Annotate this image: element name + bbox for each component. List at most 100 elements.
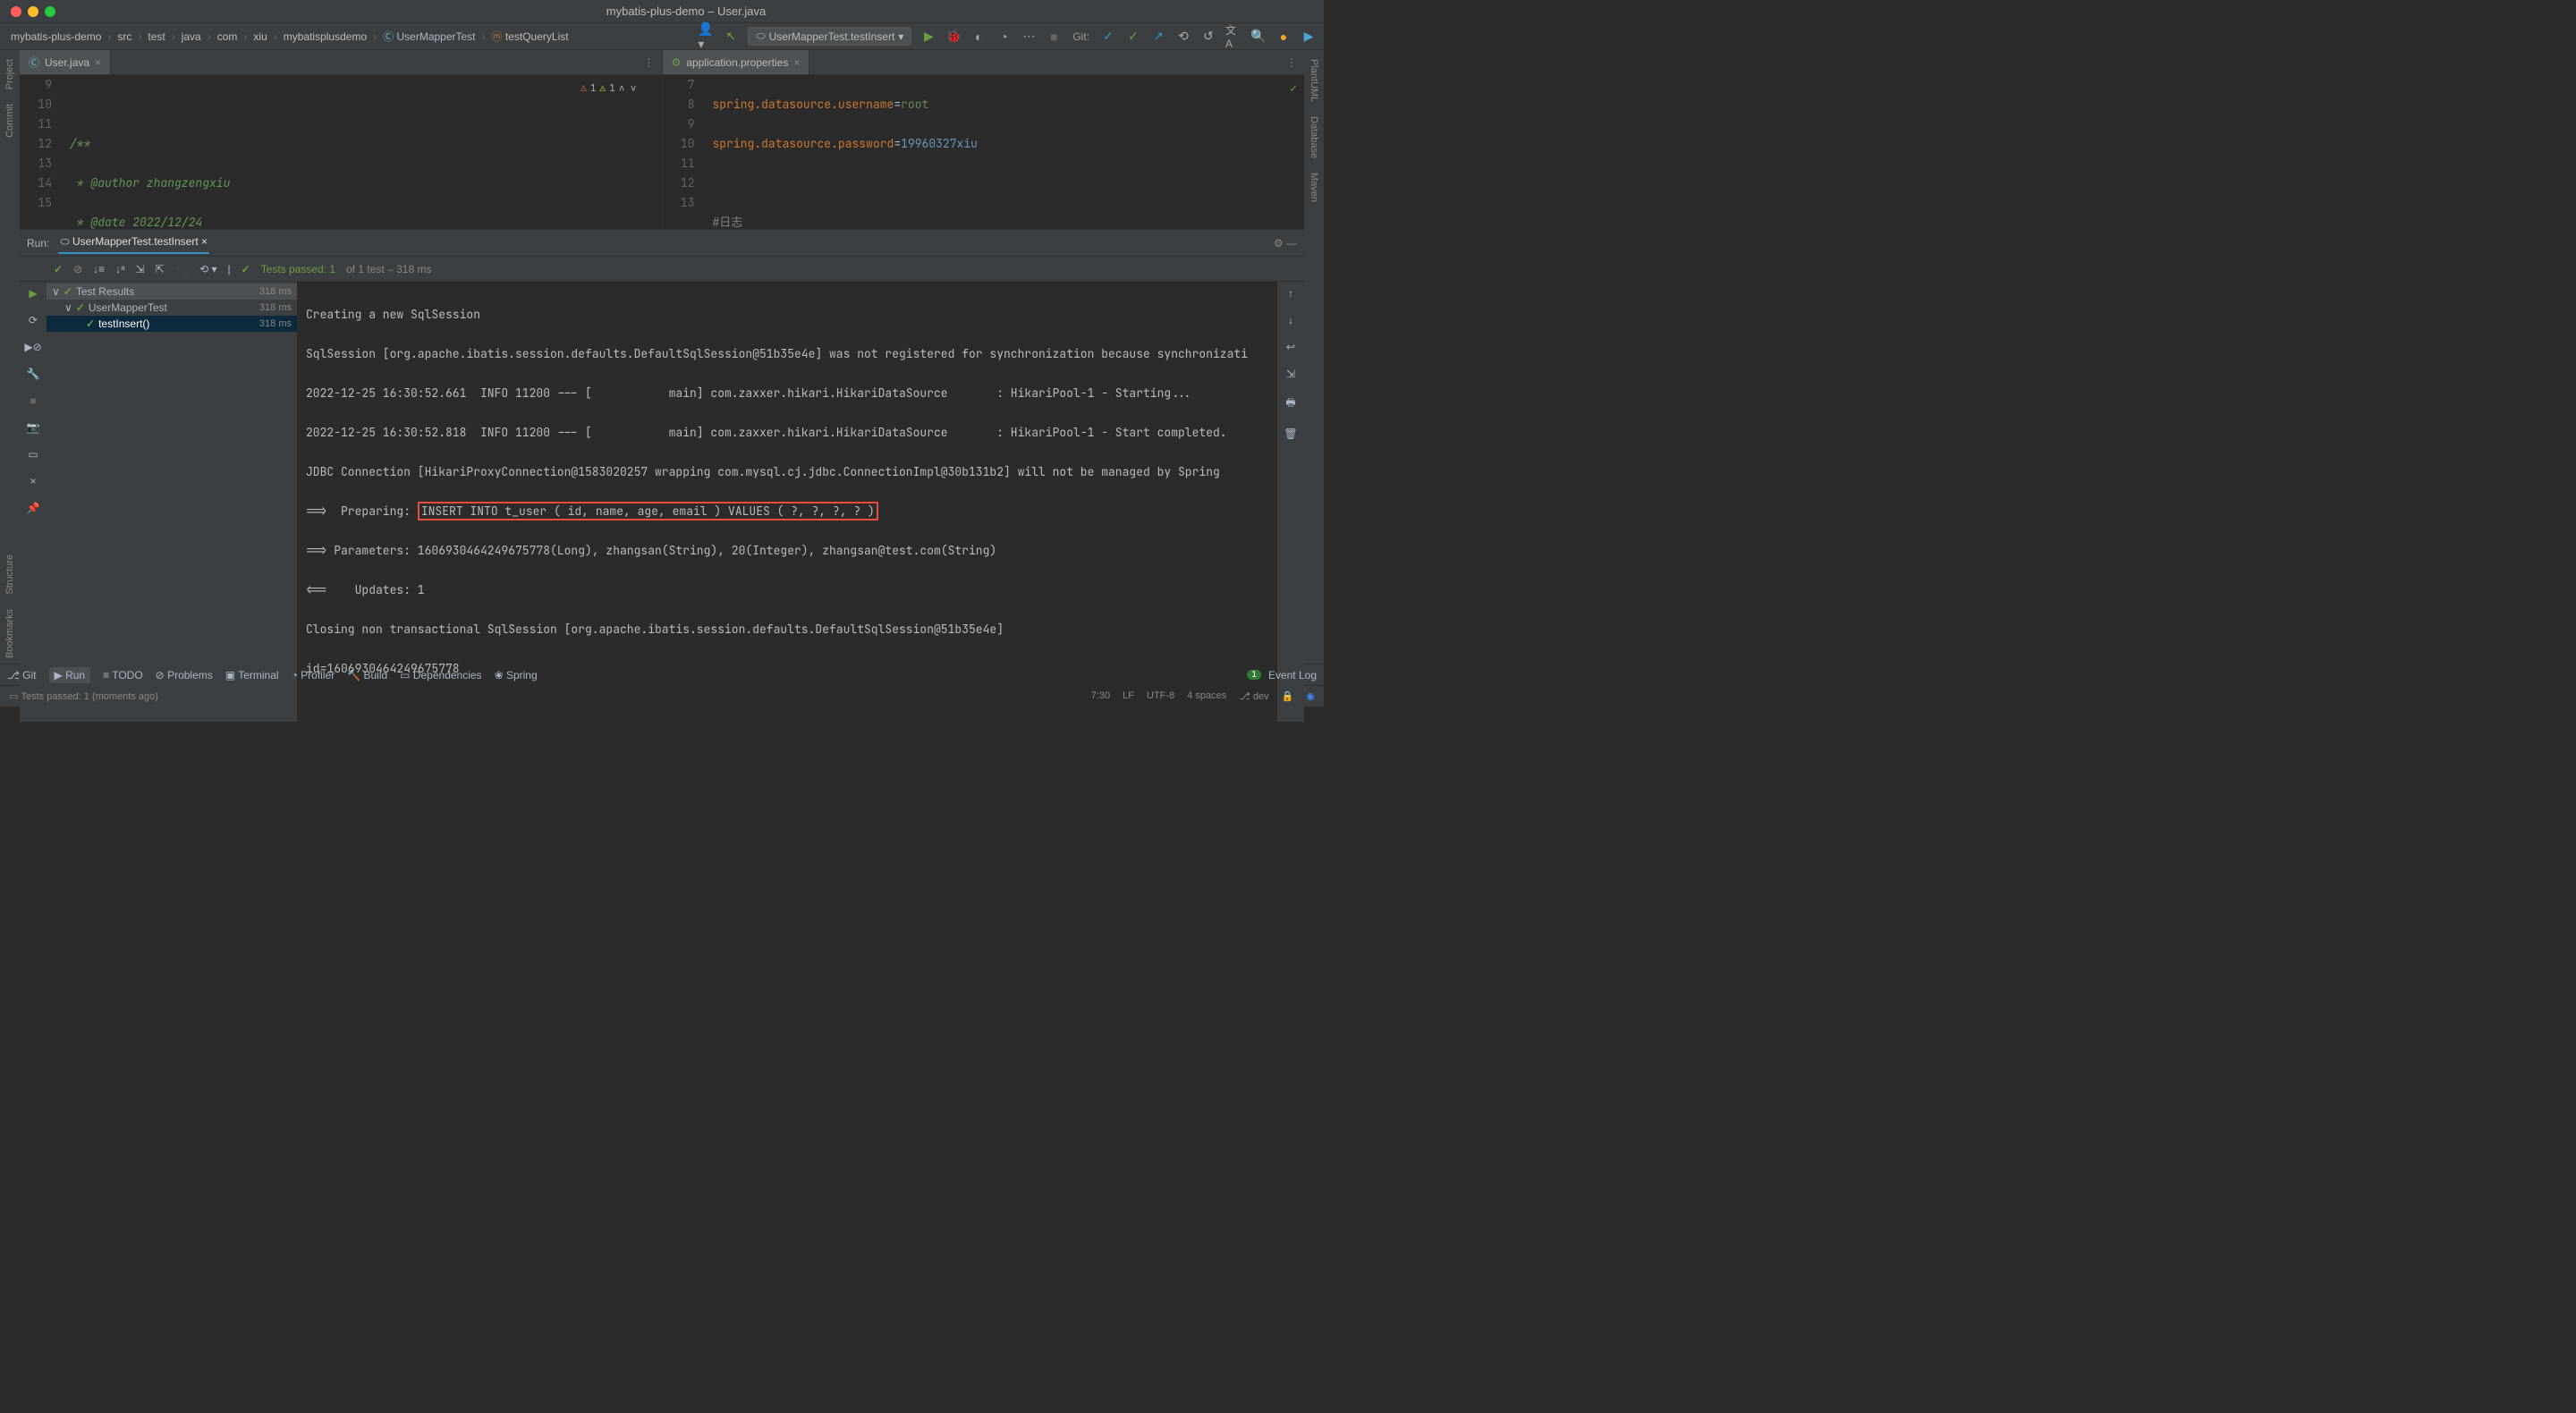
project-tool-button[interactable]: Project bbox=[4, 54, 15, 95]
line-separator[interactable]: LF bbox=[1123, 690, 1134, 702]
tool-build[interactable]: 🔨 Build bbox=[347, 669, 387, 681]
maximize-window-button[interactable] bbox=[45, 6, 55, 17]
inspection-widget[interactable]: ⚠1 ⚠1 ∧ ∨ bbox=[580, 79, 636, 98]
crumb-com[interactable]: com bbox=[214, 29, 242, 45]
layout-icon[interactable]: ▭ bbox=[28, 448, 38, 461]
user-icon[interactable]: 👤▾ bbox=[698, 29, 714, 45]
chrome-icon[interactable]: ◉ bbox=[1306, 690, 1315, 702]
tool-dependencies[interactable]: ▭ Dependencies bbox=[400, 669, 481, 681]
tab-app-properties[interactable]: ⚙ application.properties × bbox=[663, 50, 810, 74]
sort-icon[interactable]: ↓≡ bbox=[93, 263, 105, 275]
history-icon[interactable]: ⟲ ▾ bbox=[199, 263, 216, 275]
run-button[interactable]: ▶ bbox=[920, 29, 936, 45]
run-config-selector[interactable]: ⬭ UserMapperTest.testInsert ▾ bbox=[748, 27, 911, 46]
print-icon[interactable]: 🖶 bbox=[1285, 394, 1295, 413]
code-editor-right[interactable]: 78910111213 spring.datasource.username=r… bbox=[663, 75, 1305, 229]
settings-icon[interactable]: 🔧 bbox=[27, 368, 40, 380]
commit-tool-button[interactable]: Commit bbox=[4, 98, 15, 143]
tab-user-java[interactable]: Ⓒ User.java × bbox=[20, 50, 111, 74]
run-tab[interactable]: ⬭ UserMapperTest.testInsert × bbox=[58, 232, 209, 254]
plugin-icon[interactable]: ▶ bbox=[1301, 29, 1317, 45]
crumb-class[interactable]: UserMapperTest bbox=[396, 30, 475, 43]
scroll-down-icon[interactable]: ↓ bbox=[1288, 314, 1293, 326]
run-settings-icon[interactable]: ⚙ — bbox=[1274, 237, 1297, 250]
tool-profiler[interactable]: ◔ Profiler bbox=[292, 669, 335, 681]
close-tab-icon[interactable]: × bbox=[793, 56, 800, 69]
inspection-ok-icon[interactable]: ✓ bbox=[1290, 79, 1297, 98]
debug-button[interactable]: 🐞 bbox=[945, 29, 962, 45]
soft-wrap-icon[interactable]: ↩ bbox=[1286, 341, 1295, 353]
stop-button[interactable]: ■ bbox=[1046, 29, 1062, 45]
crumb-project[interactable]: mybatis-plus-demo bbox=[7, 29, 105, 45]
run-tool-window: Run: ⬭ UserMapperTest.testInsert × ⚙ — ✓… bbox=[20, 229, 1304, 722]
code-editor-left[interactable]: ⚠1 ⚠1 ∧ ∨ 9101112131415 /** * @author zh… bbox=[20, 75, 662, 229]
tree-method[interactable]: ✓testInsert()318 ms bbox=[47, 316, 297, 332]
tool-run[interactable]: ▶ Run bbox=[49, 667, 91, 683]
toggle-auto-icon[interactable]: ▶⊘ bbox=[24, 341, 41, 353]
crumb-test[interactable]: test bbox=[144, 29, 168, 45]
bookmarks-tool-button[interactable]: Bookmarks bbox=[4, 604, 15, 664]
stop-icon[interactable]: ■ bbox=[30, 394, 36, 407]
tool-eventlog[interactable]: 1Event Log bbox=[1247, 669, 1317, 681]
rerun-icon[interactable]: ▶ bbox=[29, 287, 37, 300]
pin-icon[interactable]: 📌 bbox=[27, 502, 40, 514]
run-header: Run: ⬭ UserMapperTest.testInsert × ⚙ — bbox=[20, 230, 1304, 257]
attach-icon[interactable]: ⋯ bbox=[1021, 29, 1037, 45]
tool-problems[interactable]: ⊘ Problems bbox=[156, 669, 213, 681]
tool-git[interactable]: ⎇ Git bbox=[7, 669, 37, 681]
hammer-icon[interactable]: ↖ bbox=[723, 29, 739, 45]
lock-icon[interactable]: 🔒 bbox=[1282, 690, 1294, 702]
file-encoding[interactable]: UTF-8 bbox=[1147, 690, 1174, 702]
dump-icon[interactable]: 📷 bbox=[27, 421, 40, 434]
indent-setting[interactable]: 4 spaces bbox=[1187, 690, 1226, 702]
database-tool-button[interactable]: Database bbox=[1309, 111, 1319, 164]
close-icon[interactable]: × bbox=[30, 475, 36, 487]
git-history-icon[interactable]: ⟲ bbox=[1175, 29, 1191, 45]
search-icon[interactable]: 🔍 bbox=[1250, 29, 1267, 45]
gutter-right: 78910111213 bbox=[663, 75, 706, 229]
sort-alpha-icon[interactable]: ↓ᵃ bbox=[115, 263, 124, 275]
plantuml-tool-button[interactable]: PlantUML bbox=[1309, 54, 1319, 107]
git-push-icon[interactable]: ↗ bbox=[1150, 29, 1166, 45]
git-commit-icon[interactable]: ✓ bbox=[1125, 29, 1141, 45]
crumb-pkg[interactable]: mybatisplusdemo bbox=[280, 29, 370, 45]
coverage-icon[interactable]: ◐ bbox=[970, 29, 987, 45]
console-output[interactable]: Creating a new SqlSession SqlSession [or… bbox=[297, 282, 1277, 722]
profile-icon[interactable]: ◔ bbox=[996, 29, 1012, 45]
git-branch[interactable]: ⎇ dev bbox=[1239, 690, 1268, 702]
tool-todo[interactable]: ≡ TODO bbox=[103, 669, 143, 681]
expand-icon[interactable]: ⇲ bbox=[136, 263, 145, 275]
structure-tool-button[interactable]: Structure bbox=[4, 549, 15, 600]
tool-spring[interactable]: ❀ Spring bbox=[495, 669, 538, 681]
crumb-java[interactable]: java bbox=[178, 29, 205, 45]
tree-class[interactable]: ∨✓UserMapperTest318 ms bbox=[47, 300, 297, 316]
translate-icon[interactable]: 文A bbox=[1225, 29, 1241, 45]
rerun-failed-icon[interactable]: ⟳ bbox=[29, 314, 38, 326]
git-update-icon[interactable]: ✓ bbox=[1100, 29, 1116, 45]
tool-terminal[interactable]: ▣ Terminal bbox=[225, 669, 279, 681]
ide-settings-icon[interactable]: ● bbox=[1275, 29, 1292, 45]
minimize-window-button[interactable] bbox=[28, 6, 38, 17]
run-right-rail: ↑ ↓ ↩ ⇲ 🖶 🗑 bbox=[1277, 282, 1304, 722]
toggle-ignored-icon[interactable]: ⊘ bbox=[73, 263, 82, 275]
properties-icon: ⚙ bbox=[672, 56, 682, 69]
clear-icon[interactable]: 🗑 bbox=[1284, 427, 1297, 440]
close-window-button[interactable] bbox=[11, 6, 21, 17]
crumb-src[interactable]: src bbox=[114, 29, 135, 45]
crumb-method[interactable]: testQueryList bbox=[505, 30, 569, 43]
editor-menu-icon[interactable]: ⋮ bbox=[1279, 56, 1304, 69]
right-tool-rail: PlantUML Database Maven bbox=[1304, 50, 1324, 664]
scroll-up-icon[interactable]: ↑ bbox=[1288, 287, 1293, 300]
toggle-pass-icon[interactable]: ✓ bbox=[54, 263, 63, 275]
scroll-end-icon[interactable]: ⇲ bbox=[1286, 368, 1295, 380]
toolbar-actions: 👤▾ ↖ ⬭ UserMapperTest.testInsert ▾ ▶ 🐞 ◐… bbox=[698, 27, 1317, 46]
maven-tool-button[interactable]: Maven bbox=[1309, 167, 1319, 207]
close-tab-icon[interactable]: × bbox=[95, 56, 101, 69]
git-rollback-icon[interactable]: ↺ bbox=[1200, 29, 1216, 45]
editor-right: ⚙ application.properties × ⋮ 78910111213… bbox=[663, 50, 1305, 229]
collapse-icon[interactable]: ⇱ bbox=[156, 263, 165, 275]
caret-position[interactable]: 7:30 bbox=[1091, 690, 1110, 702]
editor-menu-icon[interactable]: ⋮ bbox=[637, 56, 662, 69]
tree-root[interactable]: ∨✓Test Results318 ms bbox=[47, 283, 297, 300]
crumb-xiu[interactable]: xiu bbox=[250, 29, 270, 45]
